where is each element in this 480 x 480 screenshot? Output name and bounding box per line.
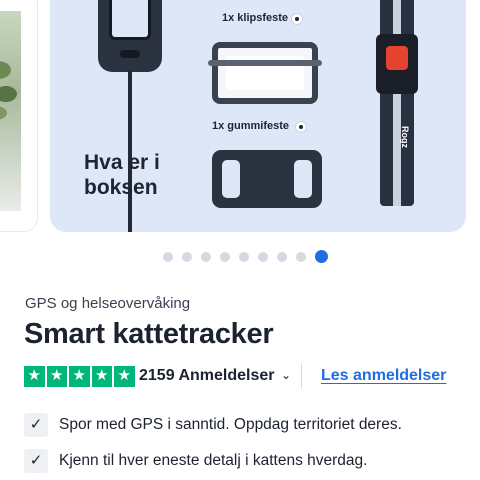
gps-tracker-device [98, 0, 162, 72]
collar-buckle [376, 34, 418, 94]
product-image-carousel[interactable]: 1x klipsfeste 1x gummifeste Rogz Hva er … [0, 0, 480, 240]
star-icon: ★ [91, 366, 112, 387]
carousel-dot-active[interactable] [314, 250, 328, 263]
checkmark-icon: ✓ [24, 449, 48, 473]
clip-mount-image [208, 42, 322, 104]
carousel-dot[interactable] [295, 252, 306, 262]
carousel-dot[interactable] [162, 252, 173, 262]
cat-collar-image: Rogz [376, 0, 418, 206]
product-title: Smart kattetracker [24, 318, 274, 350]
box-title-line-2: boksen [84, 176, 158, 199]
collar-buckle-release [386, 46, 408, 70]
feature-item: ✓ Kjenn til hver eneste detalj i kattens… [24, 449, 464, 473]
rubber-mount-hole [222, 160, 240, 198]
box-contents-title: Hva er i boksen [84, 150, 160, 200]
read-reviews-link[interactable]: Les anmeldelser [321, 367, 446, 385]
feature-item: ✓ Spor med GPS i sanntid. Oppdag territo… [24, 413, 464, 437]
hotspot-dot-icon[interactable] [292, 14, 302, 24]
carousel-dot[interactable] [200, 252, 211, 262]
tracker-screen [109, 0, 151, 40]
star-icon: ★ [114, 366, 135, 387]
clip-mount-bar [208, 60, 322, 66]
product-subtitle: GPS og helseovervåking [25, 295, 191, 312]
review-count[interactable]: 2159 Anmeldelser [139, 367, 274, 385]
carousel-pagination [0, 250, 480, 264]
chevron-down-icon[interactable]: ⌄ [281, 368, 291, 382]
carousel-dot[interactable] [219, 252, 230, 262]
checkmark-icon: ✓ [24, 413, 48, 437]
carousel-dot[interactable] [257, 252, 268, 262]
star-icon: ★ [24, 366, 45, 387]
collar-logo: Rogz [400, 126, 410, 148]
item-label-rubber: 1x gummifeste [212, 120, 290, 132]
item-label-clip: 1x klipsfeste [222, 12, 289, 24]
carousel-dot[interactable] [181, 252, 192, 262]
box-title-line-1: Hva er i [84, 151, 160, 174]
collar-stripe [393, 0, 401, 206]
divider [301, 363, 302, 389]
carousel-dot[interactable] [238, 252, 249, 262]
rubber-mount-hole [294, 160, 312, 198]
carousel-dot[interactable] [276, 252, 287, 262]
previous-slide-image[interactable] [0, 0, 38, 232]
current-slide-image: 1x klipsfeste 1x gummifeste Rogz Hva er … [50, 0, 466, 232]
hotspot-dot-icon[interactable] [296, 122, 306, 132]
feature-text: Kjenn til hver eneste detalj i kattens h… [59, 452, 368, 469]
feature-text: Spor med GPS i sanntid. Oppdag territori… [59, 416, 402, 433]
star-icon: ★ [46, 366, 67, 387]
rubber-mount-image [212, 150, 322, 208]
star-icon: ★ [69, 366, 90, 387]
rating-row: ★ ★ ★ ★ ★ 2159 Anmeldelser ⌄ Les anmeldelser [24, 363, 454, 389]
tracker-charging-pins [120, 50, 140, 58]
trustpilot-stars: ★ ★ ★ ★ ★ [24, 366, 135, 387]
